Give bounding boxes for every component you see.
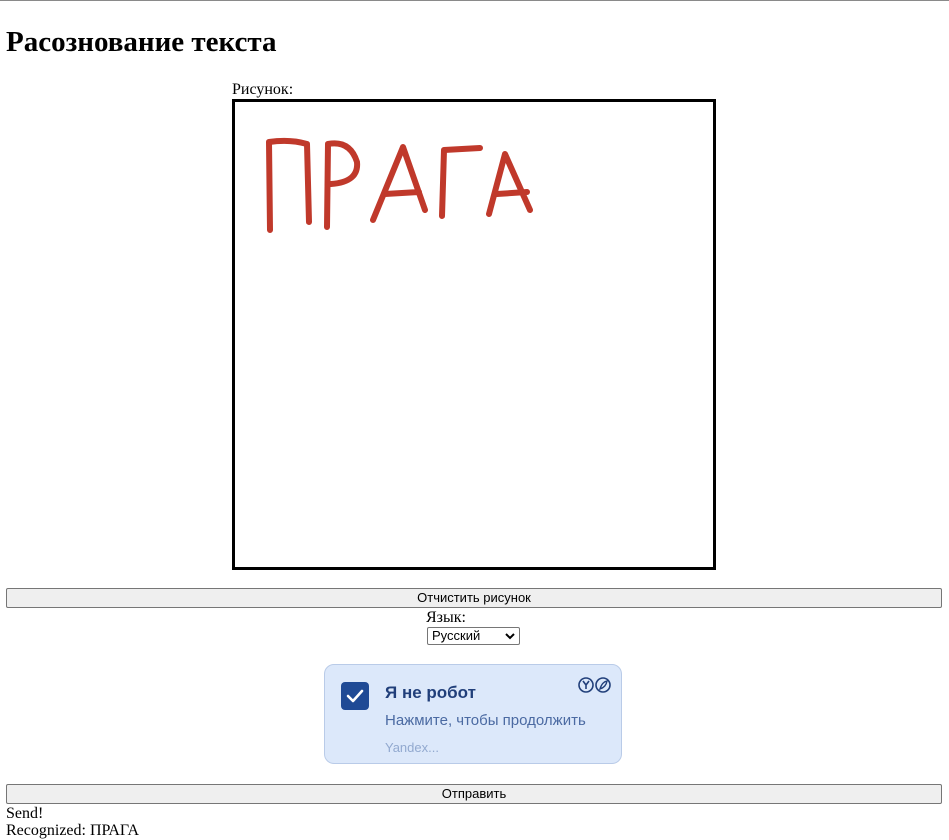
page-title: Расознование текста: [6, 26, 277, 58]
chevron-down-icon: [505, 628, 515, 650]
captcha-subtitle: Нажмите, чтобы продолжить: [385, 712, 586, 729]
checkmark-icon: [346, 689, 364, 703]
stroke-letter-a2: [486, 151, 533, 217]
submit-button[interactable]: Отправить: [6, 784, 942, 804]
language-label: Язык:: [426, 609, 466, 626]
captcha-checkbox[interactable]: [341, 682, 369, 710]
handwritten-strokes: [266, 137, 533, 233]
drawing-canvas[interactable]: [232, 99, 716, 570]
captcha-widget[interactable]: Я не робот Нажмите, чтобы продолжить Yan…: [324, 664, 622, 764]
language-selected-value: Русский: [432, 628, 481, 643]
clear-drawing-button[interactable]: Отчистить рисунок: [6, 588, 942, 608]
yandex-logo-icon: [577, 676, 613, 699]
captcha-brand[interactable]: Yandex...: [385, 740, 439, 755]
language-select[interactable]: Русский: [427, 627, 520, 645]
top-border: [0, 0, 949, 1]
stroke-letter-p: [266, 137, 312, 233]
stroke-letter-g: [439, 145, 483, 219]
stroke-letter-r: [324, 140, 361, 230]
send-status: Send!: [6, 805, 44, 822]
stroke-letter-a1: [370, 144, 428, 223]
captcha-title: Я не робот: [385, 683, 476, 702]
recognized-result: Recognized: ПРАГА: [6, 822, 139, 839]
canvas-label: Рисунок:: [232, 81, 294, 98]
